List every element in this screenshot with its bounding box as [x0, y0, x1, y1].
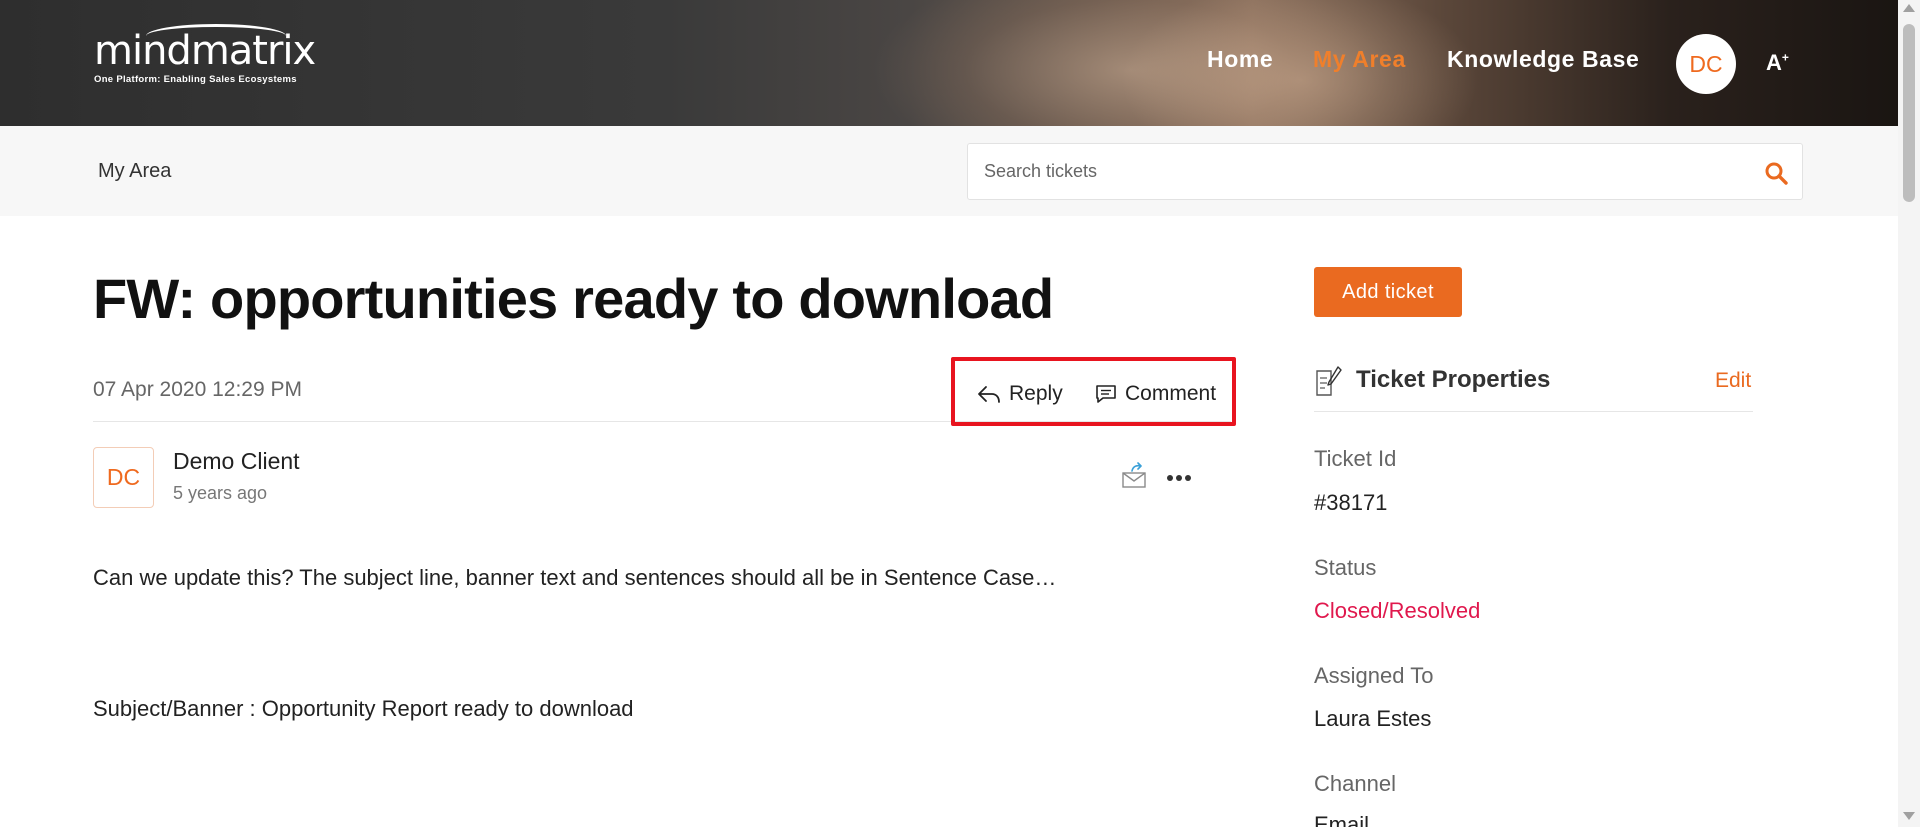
- reply-label: Reply: [1009, 382, 1063, 405]
- banner-photo-highlight-2: [1120, 0, 1480, 126]
- comment-icon: [1096, 385, 1116, 403]
- reply-icon: [978, 386, 1000, 403]
- channel-label: Channel: [1314, 771, 1396, 796]
- nav-my-area[interactable]: My Area: [1313, 46, 1406, 73]
- ticket-properties-icon: [1316, 366, 1342, 396]
- status-label: Status: [1314, 555, 1377, 580]
- ticket-title: FW: opportunities ready to download: [93, 267, 1054, 330]
- message-time-ago: 5 years ago: [173, 483, 268, 503]
- search-input[interactable]: [984, 144, 1744, 199]
- ticket-properties-title: Ticket Properties: [1356, 366, 1551, 393]
- properties-divider: [1314, 411, 1753, 412]
- channel-value: Email: [1314, 812, 1370, 827]
- ticket-id-value: #38171: [1314, 490, 1388, 515]
- status-value: Closed/Resolved: [1314, 598, 1481, 623]
- search-icon[interactable]: [1764, 161, 1788, 185]
- more-options-icon[interactable]: [1166, 474, 1192, 482]
- comment-label: Comment: [1125, 382, 1217, 405]
- search-box: [967, 143, 1803, 200]
- assigned-to-label: Assigned To: [1314, 663, 1434, 688]
- font-toggle-letter: A: [1766, 50, 1782, 75]
- mail-forward-icon[interactable]: [1120, 462, 1148, 490]
- font-size-toggle[interactable]: A+: [1766, 50, 1789, 76]
- edit-properties-link[interactable]: Edit: [1715, 369, 1751, 393]
- comment-button[interactable]: Comment: [1095, 382, 1216, 406]
- scrollbar-thumb[interactable]: [1903, 24, 1915, 202]
- nav-home[interactable]: Home: [1207, 46, 1273, 73]
- message-body-line: Subject/Banner : Opportunity Report read…: [93, 696, 634, 721]
- nav-knowledge-base[interactable]: Knowledge Base: [1447, 46, 1639, 73]
- logo-tagline: One Platform: Enabling Sales Ecosystems: [94, 74, 297, 85]
- sender-name: Demo Client: [173, 448, 300, 474]
- add-ticket-button[interactable]: Add ticket: [1314, 267, 1462, 317]
- reply-button[interactable]: Reply: [977, 382, 1063, 406]
- logo-swoosh-icon: [146, 24, 286, 48]
- assigned-to-value: Laura Estes: [1314, 706, 1432, 731]
- scroll-up-arrow-icon[interactable]: [1903, 4, 1915, 12]
- brand-logo[interactable]: mindmatrix One Platform: Enabling Sales …: [94, 24, 316, 85]
- ticket-id-label: Ticket Id: [1314, 446, 1397, 471]
- font-toggle-plus: +: [1781, 50, 1789, 65]
- ticket-date: 07 Apr 2020 12:29 PM: [93, 378, 302, 401]
- message-body-line: Can we update this? The subject line, ba…: [93, 565, 1057, 590]
- user-avatar[interactable]: DC: [1676, 34, 1736, 94]
- scroll-down-arrow-icon[interactable]: [1903, 812, 1915, 820]
- breadcrumb[interactable]: My Area: [98, 160, 171, 183]
- sender-avatar: DC: [93, 447, 154, 508]
- reply-comment-highlight: Reply Comment: [951, 357, 1236, 426]
